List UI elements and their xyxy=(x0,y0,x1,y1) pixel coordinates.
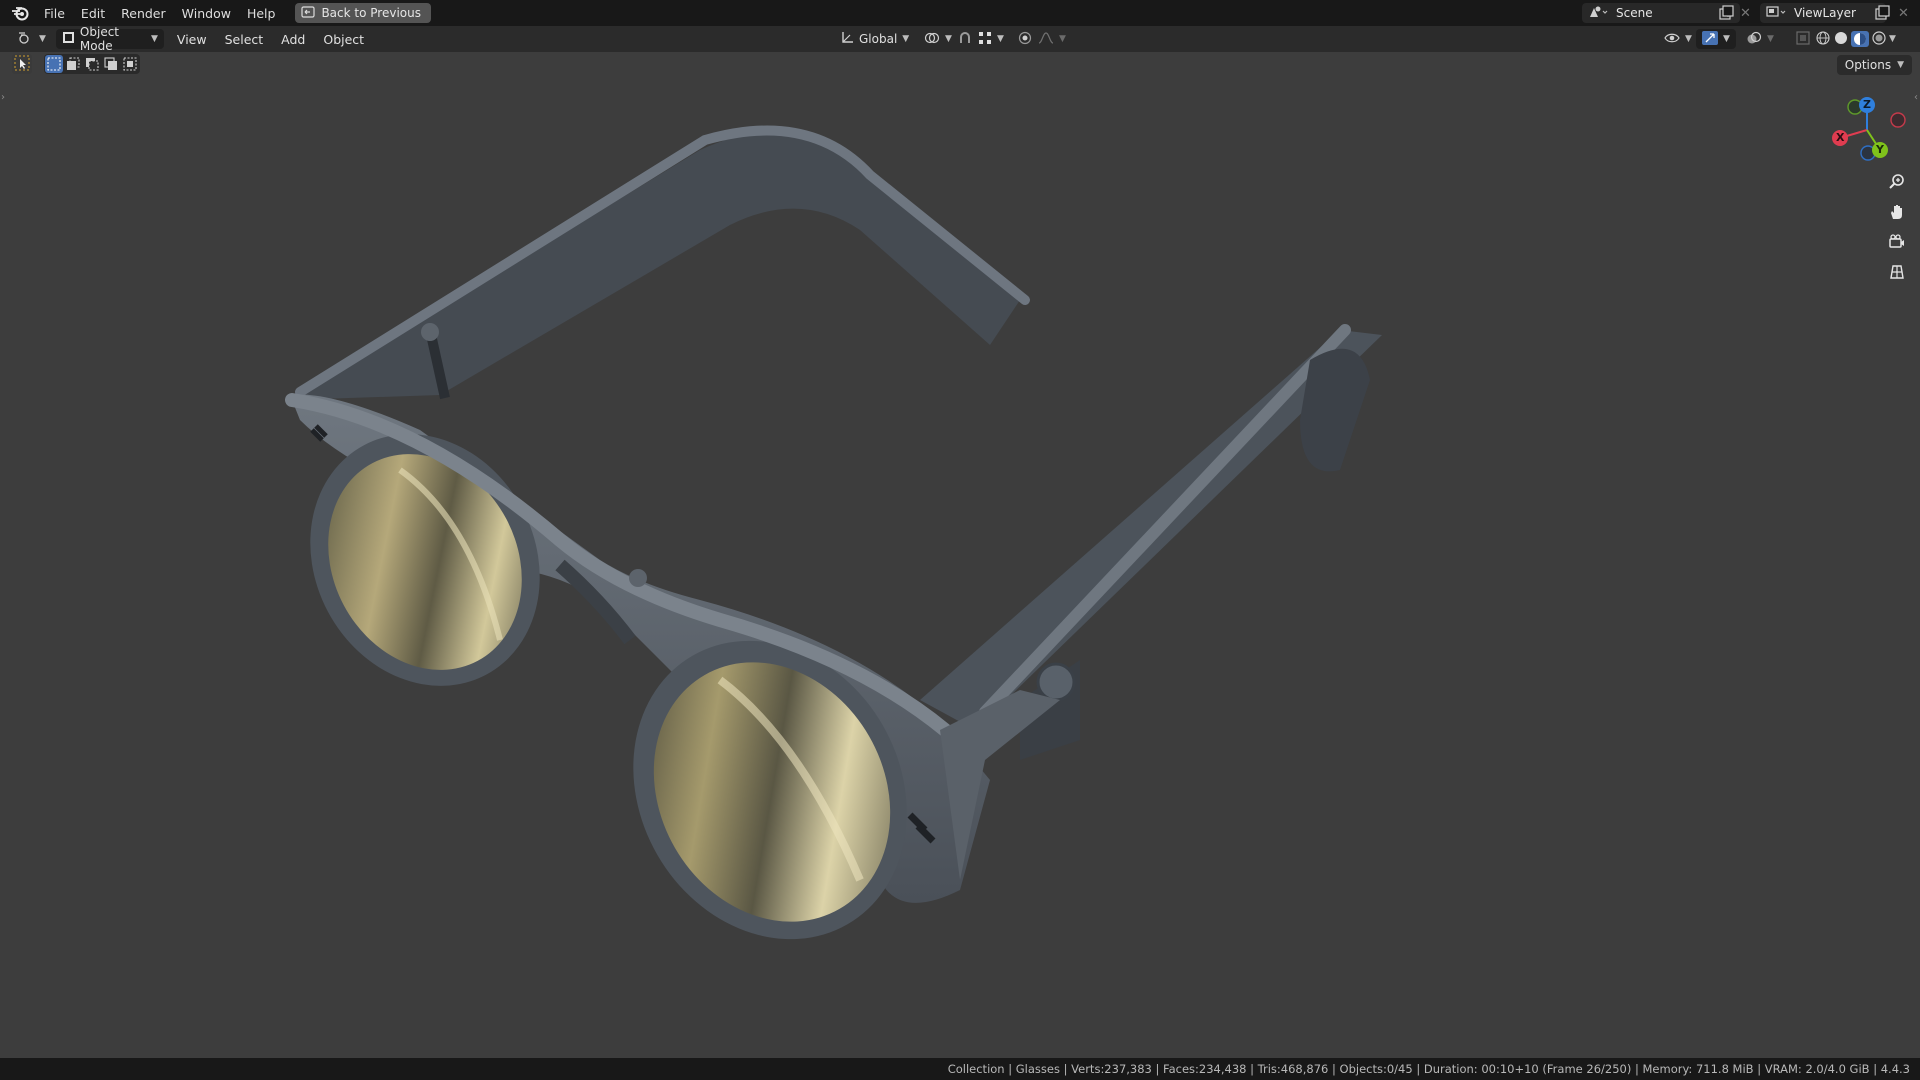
transform-icon xyxy=(840,31,854,48)
new-viewlayer-icon[interactable] xyxy=(1874,5,1890,24)
sidebar-expand-icon[interactable]: ‹ xyxy=(1914,92,1918,103)
zoom-button[interactable] xyxy=(1884,170,1910,196)
pivot-icon xyxy=(924,31,940,48)
perspective-toggle-button[interactable] xyxy=(1884,260,1910,286)
falloff-icon xyxy=(1038,31,1054,47)
shading-mode-group[interactable]: ▼ xyxy=(1812,29,1899,49)
back-to-previous-button[interactable]: Back to Previous xyxy=(295,3,431,23)
proportional-icon xyxy=(1018,31,1032,48)
3d-viewport[interactable]: › ‹ Z X Y xyxy=(0,52,1920,1057)
select-intersect-icon[interactable] xyxy=(121,55,139,73)
menu-object[interactable]: Object xyxy=(314,32,373,47)
chevron-down-icon: ▼ xyxy=(1897,60,1904,70)
grid-icon xyxy=(1888,263,1906,284)
toolbar-expand-icon[interactable]: › xyxy=(1,92,5,103)
select-tool-button[interactable] xyxy=(12,54,32,74)
camera-view-button[interactable] xyxy=(1884,230,1910,256)
options-dropdown[interactable]: Options ▼ xyxy=(1836,55,1912,75)
navigation-gizmo[interactable]: Z X Y xyxy=(1822,90,1912,170)
close-viewlayer-icon[interactable]: ✕ xyxy=(1898,6,1909,21)
close-scene-icon[interactable]: ✕ xyxy=(1740,6,1751,21)
object-mode-dropdown[interactable]: Object Mode ▼ xyxy=(55,25,164,53)
camera-icon xyxy=(1888,233,1906,254)
select-new-icon[interactable] xyxy=(45,55,63,73)
select-subtract-icon[interactable] xyxy=(83,55,101,73)
snap-target-dropdown[interactable]: ▼ xyxy=(972,29,1010,49)
snap-grid-icon xyxy=(978,31,992,48)
gizmo-toggle[interactable]: ▼ xyxy=(1696,29,1736,49)
viewlayer-icon xyxy=(1766,5,1788,22)
transform-orientation-dropdown[interactable]: Global ▼ xyxy=(834,29,914,49)
xray-icon xyxy=(1796,30,1810,48)
viewport-canvas[interactable] xyxy=(0,52,1920,1057)
object-mode-icon xyxy=(62,31,75,47)
gizmo-axis-y: Y xyxy=(1876,143,1884,156)
zoom-icon xyxy=(1888,173,1906,194)
pan-hand-icon xyxy=(1888,203,1906,224)
back-button-label: Back to Previous xyxy=(321,6,421,20)
back-icon xyxy=(301,5,316,21)
status-text: Collection | Glasses | Verts:237,383 | F… xyxy=(947,1062,1910,1076)
status-bar: Collection | Glasses | Verts:237,383 | F… xyxy=(0,1058,1920,1080)
transform-orientation-label: Global xyxy=(859,32,898,46)
menu-window[interactable]: Window xyxy=(174,6,239,21)
menu-add[interactable]: Add xyxy=(272,32,314,47)
chevron-down-icon: ▼ xyxy=(902,34,910,44)
solid-shading-icon[interactable] xyxy=(1833,30,1849,49)
menu-help[interactable]: Help xyxy=(239,6,284,21)
scene-icon xyxy=(1588,5,1610,22)
gizmo-icon xyxy=(1702,30,1718,48)
menu-render[interactable]: Render xyxy=(113,6,174,21)
scene-name: Scene xyxy=(1616,6,1653,20)
select-mode-group[interactable] xyxy=(44,54,140,74)
menu-select[interactable]: Select xyxy=(216,32,273,47)
editor-type-button[interactable]: ▼ xyxy=(12,29,52,49)
viewlayer-selector[interactable]: ViewLayer xyxy=(1760,3,1886,23)
gizmo-axis-z: Z xyxy=(1863,98,1871,111)
cursor-tool-icon xyxy=(14,55,30,74)
proportional-falloff-dropdown[interactable]: ▼ xyxy=(1032,29,1072,49)
glasses-model[interactable] xyxy=(267,125,1382,989)
viewport-tool-row xyxy=(12,54,140,74)
chevron-down-icon: ▼ xyxy=(39,34,46,44)
editor-type-icon xyxy=(18,31,34,48)
menu-file[interactable]: File xyxy=(36,6,73,21)
gizmo-axis-x: X xyxy=(1836,131,1845,144)
overlay-icon xyxy=(1746,31,1762,48)
options-label: Options xyxy=(1844,58,1892,72)
select-extend-icon[interactable] xyxy=(64,55,82,73)
chevron-down-icon: ▼ xyxy=(1889,34,1896,44)
object-visibility-dropdown[interactable]: ▼ xyxy=(1658,29,1698,49)
pan-button[interactable] xyxy=(1884,200,1910,226)
top-bar: File Edit Render Window Help Back to Pre… xyxy=(0,0,1920,26)
rendered-shading-icon[interactable] xyxy=(1871,30,1887,49)
menu-edit[interactable]: Edit xyxy=(73,6,113,21)
new-scene-icon[interactable] xyxy=(1718,5,1734,24)
menu-view[interactable]: View xyxy=(168,32,216,47)
viewlayer-name: ViewLayer xyxy=(1794,6,1856,20)
object-mode-label: Object Mode xyxy=(79,25,120,53)
scene-selector[interactable]: Scene xyxy=(1582,3,1740,23)
wireframe-shading-icon[interactable] xyxy=(1815,30,1831,49)
chevron-down-icon: ▼ xyxy=(151,34,158,44)
visibility-icon xyxy=(1664,31,1680,48)
material-shading-icon[interactable] xyxy=(1851,31,1869,47)
snap-icon xyxy=(958,31,972,48)
viewport-header: ▼ Object Mode ▼ View Select Add Object G… xyxy=(0,25,1920,53)
select-invert-icon[interactable] xyxy=(102,55,120,73)
blender-logo-icon[interactable] xyxy=(8,1,32,25)
overlay-toggle[interactable]: ▼ xyxy=(1740,29,1780,49)
